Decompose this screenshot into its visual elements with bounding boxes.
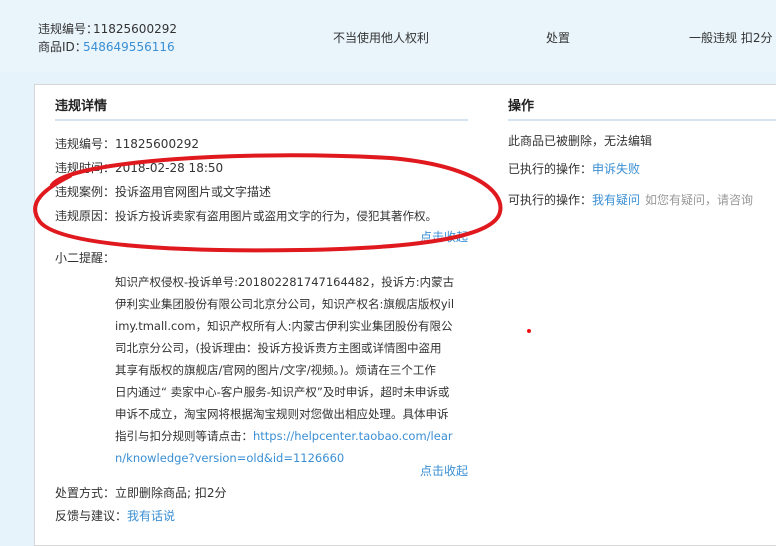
red-ellipse-annotation xyxy=(33,153,503,253)
